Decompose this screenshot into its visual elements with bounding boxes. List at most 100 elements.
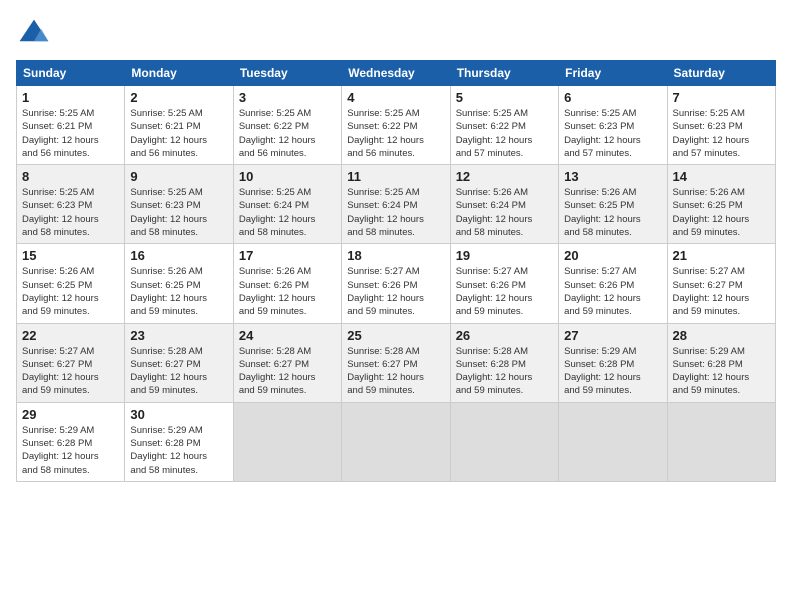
day-cell-12: 12 Sunrise: 5:26 AMSunset: 6:24 PMDayligh… [450, 165, 558, 244]
day-number-20: 20 [564, 248, 661, 263]
header-monday: Monday [125, 61, 233, 86]
day-info-17: Sunrise: 5:26 AMSunset: 6:26 PMDaylight:… [239, 265, 336, 318]
day-number-21: 21 [673, 248, 770, 263]
day-cell-23: 23 Sunrise: 5:28 AMSunset: 6:27 PMDayligh… [125, 323, 233, 402]
empty-cell [342, 402, 450, 481]
day-cell-5: 5 Sunrise: 5:25 AMSunset: 6:22 PMDaylight… [450, 86, 558, 165]
calendar-row-3: 15 Sunrise: 5:26 AMSunset: 6:25 PMDayligh… [17, 244, 776, 323]
day-number-30: 30 [130, 407, 227, 422]
day-cell-1: 1 Sunrise: 5:25 AMSunset: 6:21 PMDaylight… [17, 86, 125, 165]
day-cell-27: 27 Sunrise: 5:29 AMSunset: 6:28 PMDayligh… [559, 323, 667, 402]
day-cell-7: 7 Sunrise: 5:25 AMSunset: 6:23 PMDaylight… [667, 86, 775, 165]
day-cell-25: 25Sunrise: 5:28 AMSunset: 6:27 PMDayligh… [342, 323, 450, 402]
day-number-8: 8 [22, 169, 119, 184]
day-cell-30: 30 Sunrise: 5:29 AMSunset: 6:28 PMDayligh… [125, 402, 233, 481]
day-info-21: Sunrise: 5:27 AMSunset: 6:27 PMDaylight:… [673, 265, 770, 318]
day-cell-21: 21 Sunrise: 5:27 AMSunset: 6:27 PMDayligh… [667, 244, 775, 323]
day-number-9: 9 [130, 169, 227, 184]
day-cell-8: 8 Sunrise: 5:25 AMSunset: 6:23 PMDaylight… [17, 165, 125, 244]
day-info-6: Sunrise: 5:25 AMSunset: 6:23 PMDaylight:… [564, 107, 661, 160]
day-info-19: Sunrise: 5:27 AMSunset: 6:26 PMDaylight:… [456, 265, 553, 318]
calendar-header: SundayMondayTuesdayWednesdayThursdayFrid… [17, 61, 776, 86]
day-number-27: 27 [564, 328, 661, 343]
day-cell-28: 28 Sunrise: 5:29 AMSunset: 6:28 PMDayligh… [667, 323, 775, 402]
day-cell-10: 10 Sunrise: 5:25 AMSunset: 6:24 PMDayligh… [233, 165, 341, 244]
day-cell-2: 2 Sunrise: 5:25 AMSunset: 6:21 PMDaylight… [125, 86, 233, 165]
day-cell-17: 17Sunrise: 5:26 AMSunset: 6:26 PMDayligh… [233, 244, 341, 323]
day-cell-6: 6 Sunrise: 5:25 AMSunset: 6:23 PMDaylight… [559, 86, 667, 165]
day-info-15: Sunrise: 5:26 AMSunset: 6:25 PMDaylight:… [22, 265, 119, 318]
day-cell-13: 13 Sunrise: 5:26 AMSunset: 6:25 PMDayligh… [559, 165, 667, 244]
empty-cell [559, 402, 667, 481]
day-number-2: 2 [130, 90, 227, 105]
day-info-27: Sunrise: 5:29 AMSunset: 6:28 PMDaylight:… [564, 345, 661, 398]
header-saturday: Saturday [667, 61, 775, 86]
day-cell-24: 24 Sunrise: 5:28 AMSunset: 6:27 PMDayligh… [233, 323, 341, 402]
header-sunday: Sunday [17, 61, 125, 86]
day-info-1: Sunrise: 5:25 AMSunset: 6:21 PMDaylight:… [22, 107, 119, 160]
day-cell-14: 14 Sunrise: 5:26 AMSunset: 6:25 PMDayligh… [667, 165, 775, 244]
header-wednesday: Wednesday [342, 61, 450, 86]
day-number-1: 1 [22, 90, 119, 105]
day-info-13: Sunrise: 5:26 AMSunset: 6:25 PMDaylight:… [564, 186, 661, 239]
day-number-13: 13 [564, 169, 661, 184]
day-info-9: Sunrise: 5:25 AMSunset: 6:23 PMDaylight:… [130, 186, 227, 239]
day-info-3: Sunrise: 5:25 AMSunset: 6:22 PMDaylight:… [239, 107, 336, 160]
day-info-30: Sunrise: 5:29 AMSunset: 6:28 PMDaylight:… [130, 424, 227, 477]
day-number-28: 28 [673, 328, 770, 343]
header-friday: Friday [559, 61, 667, 86]
calendar-row-4: 22Sunrise: 5:27 AMSunset: 6:27 PMDayligh… [17, 323, 776, 402]
day-cell-16: 16Sunrise: 5:26 AMSunset: 6:25 PMDayligh… [125, 244, 233, 323]
day-info-2: Sunrise: 5:25 AMSunset: 6:21 PMDaylight:… [130, 107, 227, 160]
day-number-6: 6 [564, 90, 661, 105]
header-thursday: Thursday [450, 61, 558, 86]
day-number-19: 19 [456, 248, 553, 263]
day-cell-20: 20 Sunrise: 5:27 AMSunset: 6:26 PMDayligh… [559, 244, 667, 323]
day-cell-26: 26Sunrise: 5:28 AMSunset: 6:28 PMDayligh… [450, 323, 558, 402]
day-number-16: 16 [130, 248, 227, 263]
day-info-24: Sunrise: 5:28 AMSunset: 6:27 PMDaylight:… [239, 345, 336, 398]
header-tuesday: Tuesday [233, 61, 341, 86]
day-cell-11: 11 Sunrise: 5:25 AMSunset: 6:24 PMDayligh… [342, 165, 450, 244]
day-cell-9: 9 Sunrise: 5:25 AMSunset: 6:23 PMDaylight… [125, 165, 233, 244]
day-number-15: 15 [22, 248, 119, 263]
day-number-24: 24 [239, 328, 336, 343]
day-info-22: Sunrise: 5:27 AMSunset: 6:27 PMDaylight:… [22, 345, 119, 398]
day-info-29: Sunrise: 5:29 AMSunset: 6:28 PMDaylight:… [22, 424, 119, 477]
day-info-20: Sunrise: 5:27 AMSunset: 6:26 PMDaylight:… [564, 265, 661, 318]
day-number-23: 23 [130, 328, 227, 343]
day-info-4: Sunrise: 5:25 AMSunset: 6:22 PMDaylight:… [347, 107, 444, 160]
day-number-3: 3 [239, 90, 336, 105]
day-info-14: Sunrise: 5:26 AMSunset: 6:25 PMDaylight:… [673, 186, 770, 239]
day-info-23: Sunrise: 5:28 AMSunset: 6:27 PMDaylight:… [130, 345, 227, 398]
day-info-25: Sunrise: 5:28 AMSunset: 6:27 PMDaylight:… [347, 345, 444, 398]
calendar-row-2: 8 Sunrise: 5:25 AMSunset: 6:23 PMDaylight… [17, 165, 776, 244]
day-number-11: 11 [347, 169, 444, 184]
day-number-5: 5 [456, 90, 553, 105]
day-info-5: Sunrise: 5:25 AMSunset: 6:22 PMDaylight:… [456, 107, 553, 160]
empty-cell [667, 402, 775, 481]
day-info-8: Sunrise: 5:25 AMSunset: 6:23 PMDaylight:… [22, 186, 119, 239]
logo-icon [16, 16, 52, 52]
empty-cell [233, 402, 341, 481]
day-info-10: Sunrise: 5:25 AMSunset: 6:24 PMDaylight:… [239, 186, 336, 239]
calendar-body: 1 Sunrise: 5:25 AMSunset: 6:21 PMDaylight… [17, 86, 776, 482]
day-number-10: 10 [239, 169, 336, 184]
day-info-7: Sunrise: 5:25 AMSunset: 6:23 PMDaylight:… [673, 107, 770, 160]
logo [16, 16, 56, 52]
day-cell-3: 3 Sunrise: 5:25 AMSunset: 6:22 PMDaylight… [233, 86, 341, 165]
day-number-29: 29 [22, 407, 119, 422]
day-info-11: Sunrise: 5:25 AMSunset: 6:24 PMDaylight:… [347, 186, 444, 239]
day-number-26: 26 [456, 328, 553, 343]
day-number-14: 14 [673, 169, 770, 184]
day-info-18: Sunrise: 5:27 AMSunset: 6:26 PMDaylight:… [347, 265, 444, 318]
calendar-row-1: 1 Sunrise: 5:25 AMSunset: 6:21 PMDaylight… [17, 86, 776, 165]
page-header [16, 16, 776, 52]
day-cell-19: 19 Sunrise: 5:27 AMSunset: 6:26 PMDayligh… [450, 244, 558, 323]
day-number-7: 7 [673, 90, 770, 105]
day-cell-29: 29 Sunrise: 5:29 AMSunset: 6:28 PMDayligh… [17, 402, 125, 481]
day-info-28: Sunrise: 5:29 AMSunset: 6:28 PMDaylight:… [673, 345, 770, 398]
day-number-12: 12 [456, 169, 553, 184]
day-cell-22: 22Sunrise: 5:27 AMSunset: 6:27 PMDayligh… [17, 323, 125, 402]
day-info-12: Sunrise: 5:26 AMSunset: 6:24 PMDaylight:… [456, 186, 553, 239]
